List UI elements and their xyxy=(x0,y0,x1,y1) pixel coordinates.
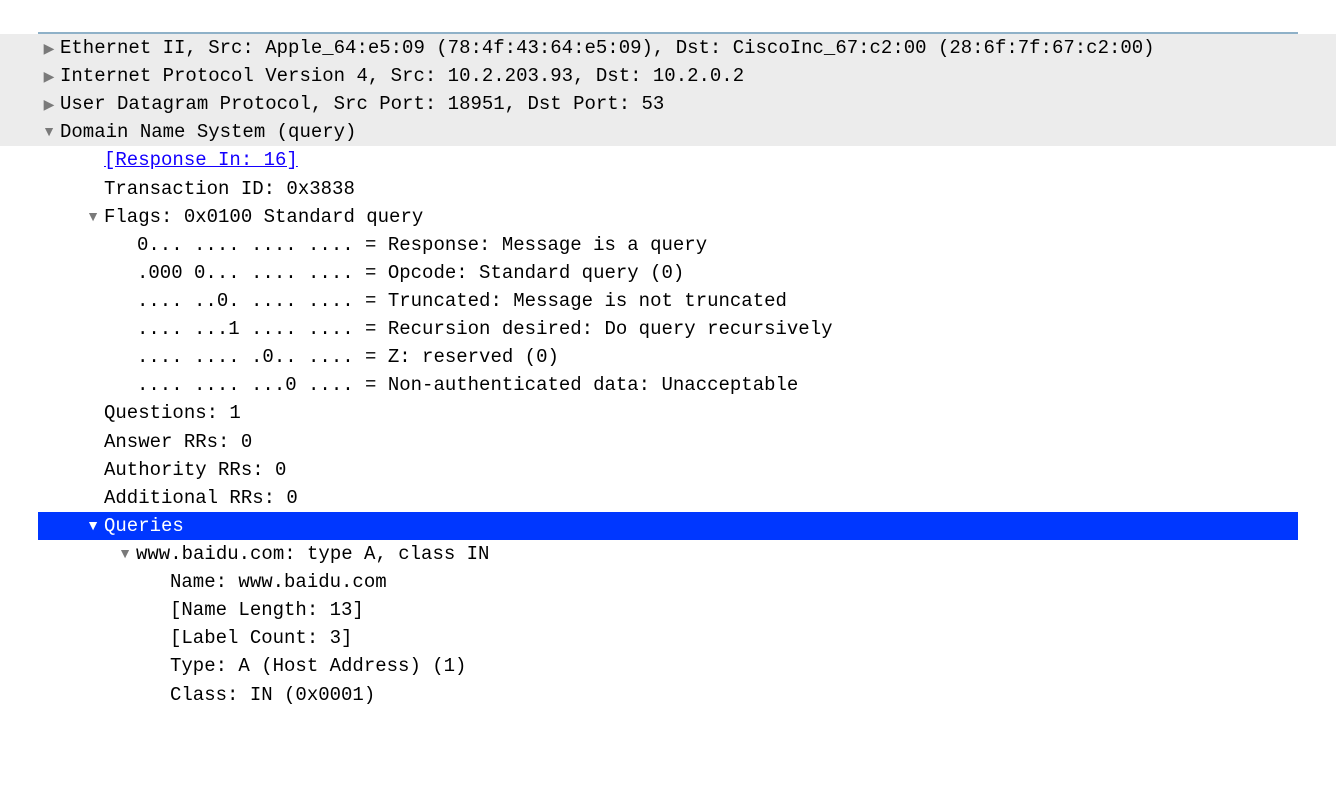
tree-label: Type: A (Host Address) (1) xyxy=(170,652,466,680)
tree-label: Class: IN (0x0001) xyxy=(170,681,375,709)
tree-label: [Label Count: 3] xyxy=(170,624,352,652)
tree-row-flags[interactable]: ▼ Flags: 0x0100 Standard query xyxy=(0,203,1336,231)
tree-label: Internet Protocol Version 4, Src: 10.2.2… xyxy=(60,62,744,90)
tree-row-answer-rrs[interactable]: Answer RRs: 0 xyxy=(0,428,1336,456)
chevron-down-icon[interactable]: ▼ xyxy=(82,515,104,536)
tree-row-ipv4[interactable]: ▶ Internet Protocol Version 4, Src: 10.2… xyxy=(0,62,1336,90)
tree-row-query-name-length[interactable]: [Name Length: 13] xyxy=(0,596,1336,624)
tree-row-additional-rrs[interactable]: Additional RRs: 0 xyxy=(0,484,1336,512)
chevron-down-icon[interactable]: ▼ xyxy=(114,543,136,564)
tree-row-transaction-id[interactable]: Transaction ID: 0x3838 xyxy=(0,175,1336,203)
response-in-link[interactable]: [Response In: 16] xyxy=(104,146,298,174)
tree-row-query-type[interactable]: Type: A (Host Address) (1) xyxy=(0,652,1336,680)
tree-row-flag-recursion[interactable]: .... ...1 .... .... = Recursion desired:… xyxy=(0,315,1336,343)
tree-label: Authority RRs: 0 xyxy=(104,456,286,484)
chevron-down-icon[interactable]: ▼ xyxy=(38,121,60,142)
tree-label: Transaction ID: 0x3838 xyxy=(104,175,355,203)
tree-row-authority-rrs[interactable]: Authority RRs: 0 xyxy=(0,456,1336,484)
tree-label: 0... .... .... .... = Response: Message … xyxy=(137,231,707,259)
tree-row-queries[interactable]: ▼ Queries xyxy=(38,512,1298,540)
tree-row-flag-opcode[interactable]: .000 0... .... .... = Opcode: Standard q… xyxy=(0,259,1336,287)
tree-row-flag-response[interactable]: 0... .... .... .... = Response: Message … xyxy=(0,231,1336,259)
tree-label: Additional RRs: 0 xyxy=(104,484,298,512)
chevron-right-icon[interactable]: ▶ xyxy=(38,94,60,115)
tree-label: .... ...1 .... .... = Recursion desired:… xyxy=(137,315,833,343)
tree-row-questions[interactable]: Questions: 1 xyxy=(0,399,1336,427)
tree-row-flag-truncated[interactable]: .... ..0. .... .... = Truncated: Message… xyxy=(0,287,1336,315)
chevron-down-icon[interactable]: ▼ xyxy=(82,206,104,227)
tree-label: Name: www.baidu.com xyxy=(170,568,387,596)
tree-label: Flags: 0x0100 Standard query xyxy=(104,203,423,231)
tree-row-dns[interactable]: ▼ Domain Name System (query) xyxy=(0,118,1336,146)
tree-label: .000 0... .... .... = Opcode: Standard q… xyxy=(137,259,684,287)
tree-label: .... .... ...0 .... = Non-authenticated … xyxy=(137,371,798,399)
tree-label: Questions: 1 xyxy=(104,399,241,427)
tree-label: www.baidu.com: type A, class IN xyxy=(136,540,489,568)
tree-label: User Datagram Protocol, Src Port: 18951,… xyxy=(60,90,664,118)
tree-row-ethernet[interactable]: ▶ Ethernet II, Src: Apple_64:e5:09 (78:4… xyxy=(0,34,1336,62)
tree-row-udp[interactable]: ▶ User Datagram Protocol, Src Port: 1895… xyxy=(0,90,1336,118)
tree-label: Domain Name System (query) xyxy=(60,118,356,146)
tree-label: Ethernet II, Src: Apple_64:e5:09 (78:4f:… xyxy=(60,34,1155,62)
tree-label: .... .... .0.. .... = Z: reserved (0) xyxy=(137,343,559,371)
tree-row-flag-nonauth[interactable]: .... .... ...0 .... = Non-authenticated … xyxy=(0,371,1336,399)
chevron-right-icon[interactable]: ▶ xyxy=(38,66,60,87)
chevron-right-icon[interactable]: ▶ xyxy=(38,38,60,59)
tree-row-query-label-count[interactable]: [Label Count: 3] xyxy=(0,624,1336,652)
tree-label: .... ..0. .... .... = Truncated: Message… xyxy=(137,287,787,315)
tree-row-query-entry[interactable]: ▼ www.baidu.com: type A, class IN xyxy=(0,540,1336,568)
tree-label: [Name Length: 13] xyxy=(170,596,364,624)
tree-row-response-in[interactable]: [Response In: 16] xyxy=(0,146,1336,174)
tree-label: Queries xyxy=(104,512,184,540)
tree-row-query-name[interactable]: Name: www.baidu.com xyxy=(0,568,1336,596)
tree-row-query-class[interactable]: Class: IN (0x0001) xyxy=(0,681,1336,709)
tree-label: Answer RRs: 0 xyxy=(104,428,252,456)
packet-details-pane: ▶ Ethernet II, Src: Apple_64:e5:09 (78:4… xyxy=(0,32,1336,709)
tree-row-flag-z[interactable]: .... .... .0.. .... = Z: reserved (0) xyxy=(0,343,1336,371)
